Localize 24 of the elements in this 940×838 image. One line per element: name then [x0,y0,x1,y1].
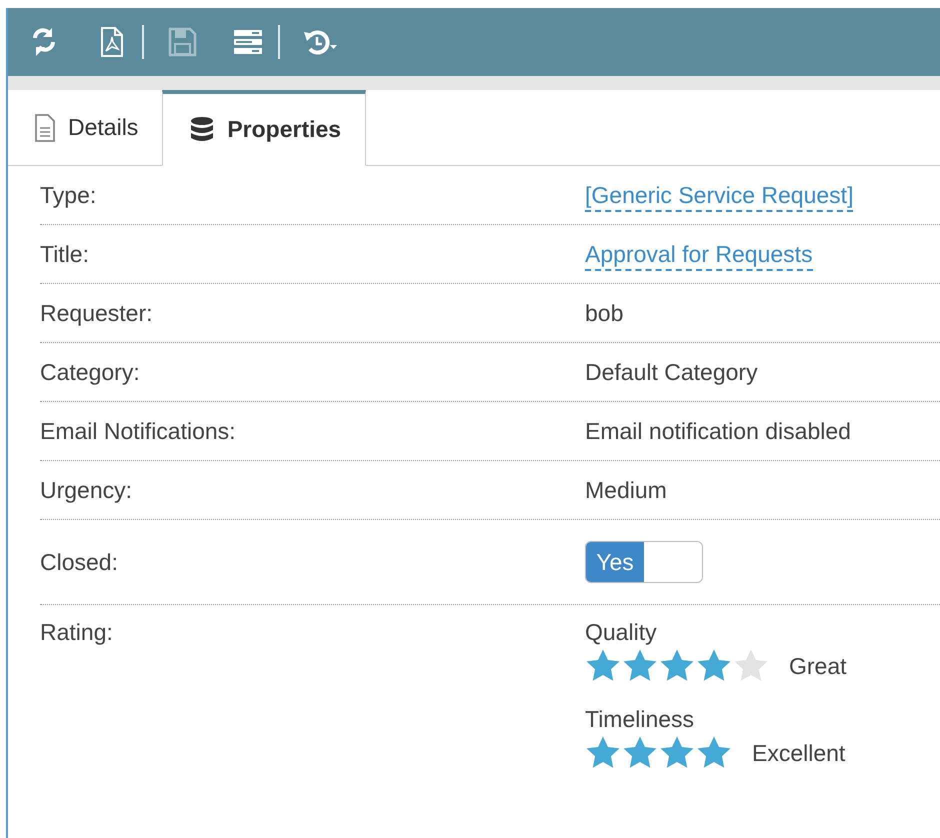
property-label: Category: [40,358,141,386]
tab[interactable]: Properties [162,90,366,166]
property-label: Title: [40,240,90,268]
property-label: Email Notifications: [40,418,237,444]
property-label: Type: [40,182,98,208]
toggle-switch[interactable]: Yes [585,541,703,583]
rating-label: Timeliness [585,706,696,733]
rating-verdict: Great [789,652,847,680]
property-value: Default Category [585,358,758,384]
property-label: Urgency: [40,476,134,504]
rating-verdict: Excellent [752,740,846,766]
property-link[interactable]: [Generic Service Request] [585,182,854,212]
database-icon [189,116,216,144]
property-value: Email notification disabled [585,418,851,444]
document-icon [34,114,56,142]
property-value: Medium [585,476,667,502]
save-icon [166,26,198,58]
property-label: Requester: [40,300,154,326]
property-value: bob [585,300,624,326]
property-label: Closed: [40,548,119,576]
tab[interactable]: Details [8,90,162,165]
rating-label: Quality [585,619,658,646]
property-label: Rating: [40,619,114,646]
property-link[interactable]: Approval for Requests [585,240,813,270]
